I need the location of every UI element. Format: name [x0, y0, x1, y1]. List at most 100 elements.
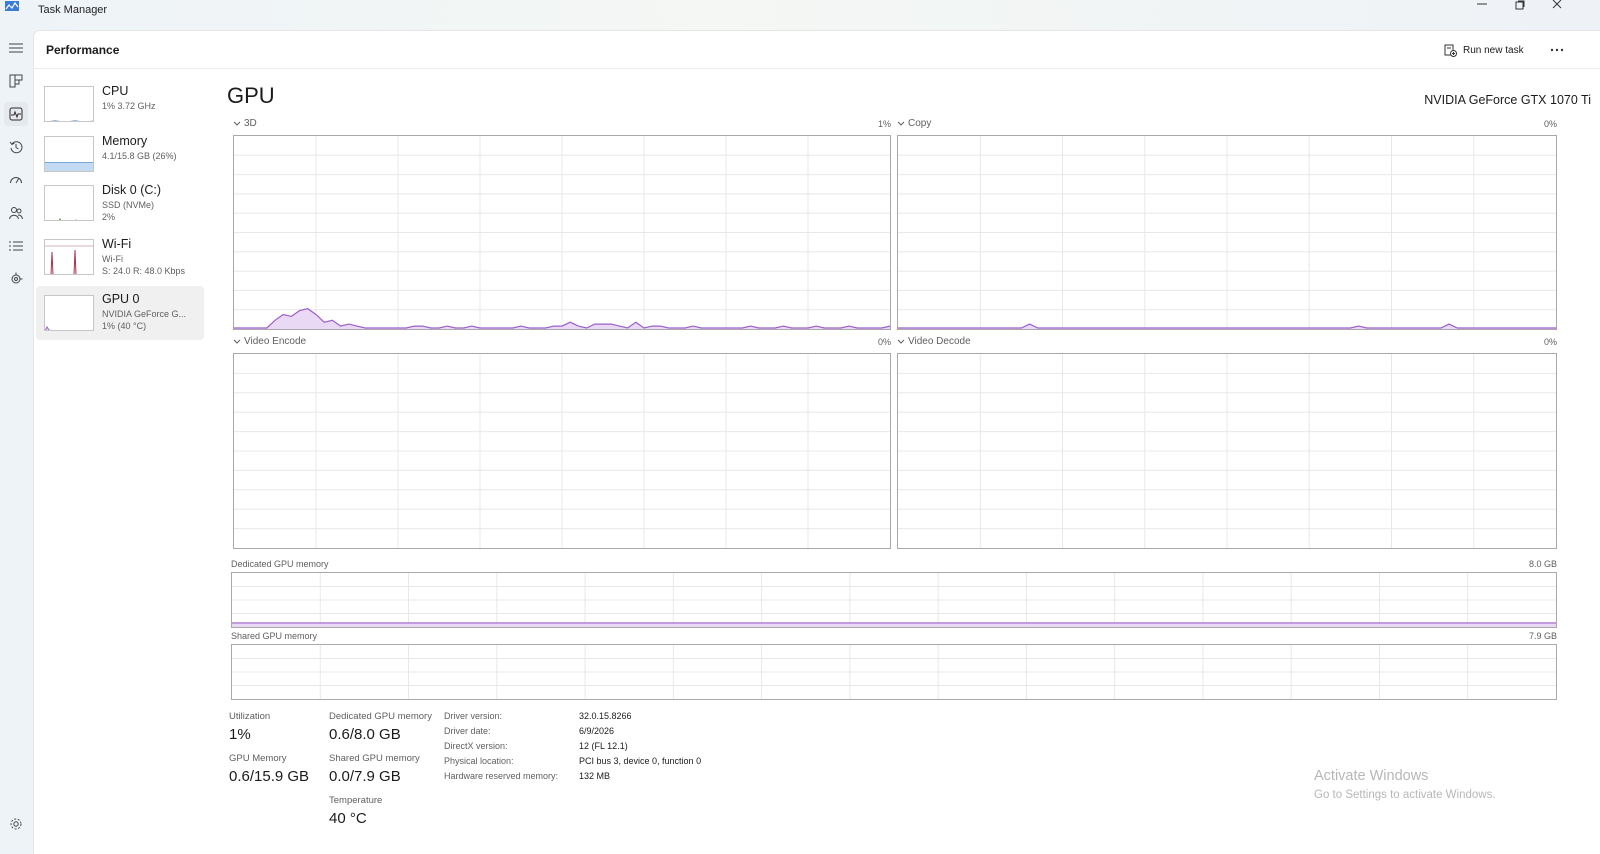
nav-settings-button[interactable]	[4, 812, 28, 836]
sidebar-item-detail: 2%	[102, 212, 116, 222]
sidebar-item-detail: Wi-Fi	[102, 254, 123, 264]
graph-video-encode	[233, 353, 891, 549]
sidebar-item-detail: 1% 3.72 GHz	[102, 101, 156, 111]
sidebar-item-cpu[interactable]: CPU 1% 3.72 GHz	[36, 83, 204, 137]
driver-date-value: 6/9/2026	[579, 726, 615, 736]
performance-icon	[9, 107, 23, 121]
utilization-label: Utilization	[229, 711, 271, 722]
shared-memory-label: Shared GPU memory	[329, 753, 420, 764]
close-icon	[1552, 0, 1562, 9]
sidebar-item-detail: NVIDIA GeForce G...	[102, 309, 187, 319]
hamburger-icon	[9, 43, 23, 53]
nav-performance-button[interactable]	[4, 102, 28, 126]
directx-version-value: 12 (FL 12.1)	[579, 741, 628, 751]
restore-icon	[1515, 0, 1525, 10]
task-manager-app-icon	[4, 0, 20, 12]
chevron-down-icon	[897, 339, 905, 344]
run-new-task-button[interactable]: Run new task	[1444, 41, 1524, 59]
nav-startup-apps-button[interactable]	[4, 168, 28, 192]
chevron-down-icon	[233, 339, 241, 344]
users-icon	[9, 207, 23, 220]
engine-percent: 0%	[1543, 337, 1557, 347]
gpu-title: GPU	[227, 83, 275, 108]
minimize-button[interactable]	[1462, 0, 1502, 12]
details-list-icon	[9, 241, 23, 251]
wifi-thumbnail-graph	[44, 239, 94, 275]
driver-version-value: 32.0.15.8266	[579, 711, 632, 721]
dedicated-memory-value: 0.6/8.0 GB	[329, 726, 401, 743]
dedicated-memory-area	[232, 622, 1556, 627]
sidebar-item-disk[interactable]: Disk 0 (C:) SSD (NVMe) 2%	[36, 182, 204, 236]
engine-label: Copy	[908, 118, 932, 129]
main-panel: Performance Run new task CPU 1% 3.72 GHz…	[33, 30, 1600, 854]
shared-memory-value: 0.0/7.9 GB	[329, 768, 401, 785]
run-task-icon	[1444, 44, 1457, 57]
sidebar-item-memory[interactable]: Memory 4.1/15.8 GB (26%)	[36, 133, 204, 187]
more-dots-icon	[1550, 48, 1564, 52]
dedicated-memory-label: Dedicated GPU memory	[329, 711, 432, 722]
sidebar-item-detail: 1% (40 °C)	[102, 321, 147, 331]
engine-label: Video Encode	[244, 336, 307, 347]
nav-services-button[interactable]	[4, 267, 28, 291]
engine-percent: 0%	[1543, 119, 1557, 129]
gpu-model-name: NVIDIA GeForce GTX 1070 Ti	[1424, 93, 1591, 107]
reserved-memory-label: Hardware reserved memory:	[444, 771, 559, 781]
engine-percent: 0%	[877, 337, 891, 347]
directx-version-label: DirectX version:	[444, 741, 508, 751]
hamburger-menu-button[interactable]	[4, 36, 28, 60]
gear-icon	[10, 818, 22, 830]
physical-location-label: Physical location:	[444, 756, 514, 766]
temperature-label: Temperature	[329, 795, 383, 806]
memory-thumbnail-graph	[44, 136, 94, 172]
driver-date-label: Driver date:	[444, 726, 491, 736]
temperature-value: 40 °C	[329, 810, 367, 827]
engine-selector-copy[interactable]: Copy	[897, 118, 931, 129]
shared-memory-max: 7.9 GB	[1528, 631, 1557, 641]
chevron-down-icon	[897, 121, 905, 126]
graph-dedicated-memory	[231, 572, 1557, 628]
page-header: Performance Run new task	[34, 31, 1600, 69]
physical-location-value: PCI bus 3, device 0, function 0	[579, 756, 702, 766]
processes-icon	[9, 74, 23, 88]
services-puzzle-icon	[11, 272, 23, 284]
engine-selector-3d[interactable]: 3D	[233, 118, 257, 129]
dedicated-memory-graph-label: Dedicated GPU memory	[231, 559, 329, 569]
title-bar: Task Manager	[0, 0, 1600, 28]
graph-copy	[897, 135, 1557, 330]
engine-selector-video-encode[interactable]: Video Encode	[233, 336, 306, 347]
nav-app-history-button[interactable]	[4, 135, 28, 159]
activation-watermark-subtitle: Go to Settings to activate Windows.	[1314, 789, 1496, 801]
activation-watermark-title: Activate Windows	[1314, 768, 1429, 784]
utilization-value: 1%	[229, 726, 251, 743]
disk-thumbnail-graph	[44, 185, 94, 221]
nav-users-button[interactable]	[4, 201, 28, 225]
more-options-button[interactable]	[1547, 40, 1567, 60]
nav-processes-button[interactable]	[4, 69, 28, 93]
sidebar-item-gpu[interactable]: GPU 0 NVIDIA GeForce G... 1% (40 °C)	[36, 286, 204, 340]
graph-video-decode	[897, 353, 1557, 549]
gpu-memory-label: GPU Memory	[229, 753, 287, 764]
sidebar-item-detail: S: 24.0 R: 48.0 Kbps	[102, 266, 186, 276]
graph-shared-memory	[231, 644, 1557, 700]
sidebar-item-detail: SSD (NVMe)	[102, 200, 155, 210]
gpu-memory-value: 0.6/15.9 GB	[229, 768, 310, 785]
engine-selector-video-decode[interactable]: Video Decode	[897, 336, 971, 347]
minimize-icon	[1477, 3, 1487, 5]
history-icon	[9, 141, 23, 154]
dedicated-memory-max: 8.0 GB	[1528, 559, 1557, 569]
nav-details-button[interactable]	[4, 234, 28, 258]
reserved-memory-value: 132 MB	[579, 771, 611, 781]
sidebar-item-wifi[interactable]: Wi-Fi Wi-Fi S: 24.0 R: 48.0 Kbps	[36, 236, 204, 290]
sidebar-item-name: Wi-Fi	[102, 237, 132, 251]
memory-usage-fill	[45, 162, 93, 171]
close-button[interactable]	[1537, 0, 1577, 12]
run-new-task-label: Run new task	[1463, 44, 1524, 56]
engine-label: Video Decode	[908, 336, 971, 347]
gpu-thumbnail-graph	[44, 295, 94, 331]
graph-3d	[233, 135, 891, 330]
restore-button[interactable]	[1500, 0, 1540, 12]
sidebar-item-name: Disk 0 (C:)	[102, 183, 162, 197]
chevron-down-icon	[233, 121, 241, 126]
driver-version-label: Driver version:	[444, 711, 503, 721]
navigation-rail	[0, 28, 33, 854]
